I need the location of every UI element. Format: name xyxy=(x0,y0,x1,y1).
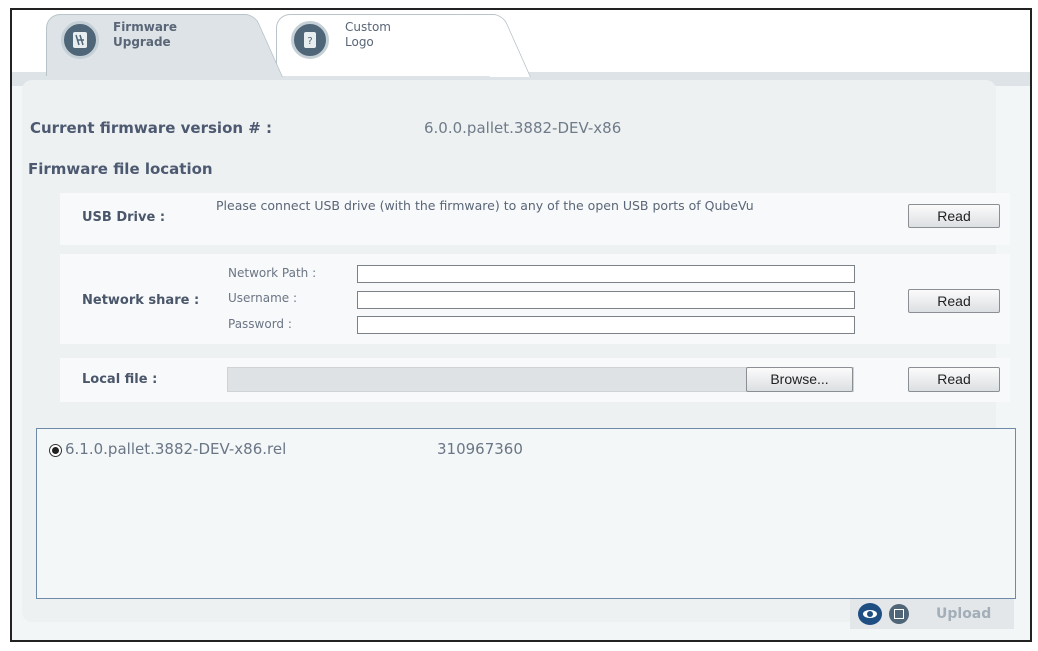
firmware-file-size: 310967360 xyxy=(437,440,523,458)
tab-custom-logo-label: Custom Logo xyxy=(345,20,425,50)
firmware-chip-icon xyxy=(61,21,99,59)
username-label: Username : xyxy=(228,291,298,305)
usb-read-button[interactable]: Read xyxy=(908,204,1000,228)
add-icon[interactable] xyxy=(889,604,909,624)
usb-drive-message: Please connect USB drive (with the firmw… xyxy=(216,198,754,213)
eye-icon[interactable] xyxy=(858,603,882,625)
local-file-label: Local file : xyxy=(82,372,158,387)
network-share-row: Network share : Network Path : Username … xyxy=(60,254,1010,344)
usb-drive-row: USB Drive : Please connect USB drive (wi… xyxy=(60,193,1010,245)
firmware-file-list: 6.1.0.pallet.3882-DEV-x86.rel 310967360 xyxy=(36,428,1016,599)
network-path-input[interactable] xyxy=(357,265,855,283)
current-firmware-value: 6.0.0.pallet.3882-DEV-x86 xyxy=(424,119,622,137)
password-input[interactable] xyxy=(357,316,855,334)
tab-firmware-line1: Firmware xyxy=(113,20,177,34)
network-path-label: Network Path : xyxy=(228,266,317,280)
network-read-button[interactable]: Read xyxy=(908,289,1000,313)
tab-custom-logo[interactable]: ? Custom Logo xyxy=(276,14,506,76)
firmware-file-name[interactable]: 6.1.0.pallet.3882-DEV-x86.rel xyxy=(65,440,286,458)
browse-button[interactable]: Browse... xyxy=(746,367,853,392)
logo-document-icon: ? xyxy=(291,21,329,59)
network-share-label: Network share : xyxy=(82,293,200,308)
local-file-row: Local file : Browse... Read xyxy=(60,358,1010,402)
svg-text:?: ? xyxy=(307,36,312,47)
username-input[interactable] xyxy=(357,291,855,309)
file-select-radio[interactable] xyxy=(49,444,62,457)
tab-custom-line2: Logo xyxy=(345,35,374,49)
firmware-location-heading: Firmware file location xyxy=(28,160,213,178)
tab-firmware-label: Firmware Upgrade xyxy=(113,20,193,50)
tab-custom-line1: Custom xyxy=(345,20,391,34)
local-read-button[interactable]: Read xyxy=(908,367,1000,392)
tab-firmware-line2: Upgrade xyxy=(113,35,171,49)
tab-firmware-upgrade[interactable]: Firmware Upgrade xyxy=(46,14,258,76)
current-firmware-label: Current firmware version # : xyxy=(30,119,273,137)
password-label: Password : xyxy=(228,317,292,331)
usb-drive-label: USB Drive : xyxy=(82,210,166,225)
upload-button[interactable]: Upload xyxy=(936,606,991,622)
